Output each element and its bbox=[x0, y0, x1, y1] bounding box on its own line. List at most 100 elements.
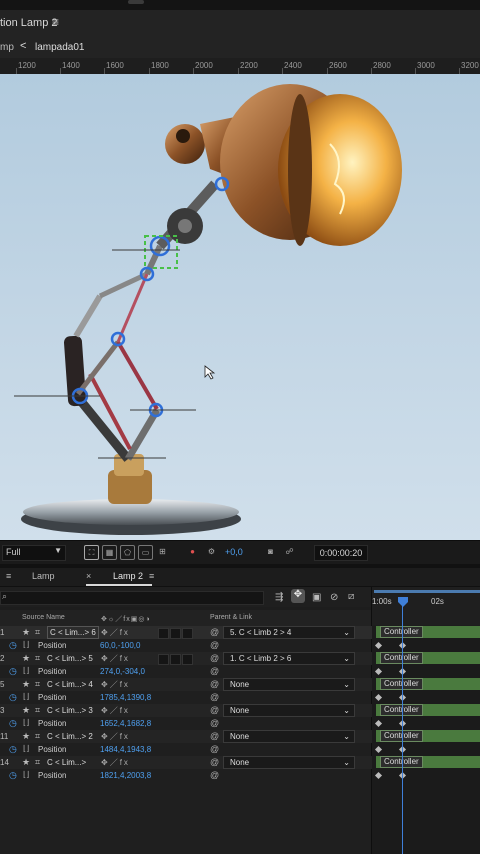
switch-box[interactable] bbox=[170, 628, 181, 639]
expression-pick-whip-icon[interactable]: @ bbox=[210, 744, 219, 754]
layer-name[interactable]: C < Lim...> 5 bbox=[47, 654, 93, 663]
layer-row[interactable]: 1 ★ ⌗ C < Lim...> 6 ✥／fx @ 5. C < Limb 2… bbox=[0, 626, 372, 639]
exposure-value[interactable]: +0,0 bbox=[225, 547, 243, 557]
layer-switches[interactable]: ✥／fx bbox=[101, 705, 130, 716]
star-icon[interactable]: ★ bbox=[22, 627, 30, 638]
chevron-left-icon[interactable]: < bbox=[20, 40, 26, 52]
switch-box[interactable] bbox=[182, 654, 193, 665]
transparency-grid-icon[interactable]: ▦ bbox=[102, 545, 117, 560]
layer-track-bar[interactable]: Controller bbox=[376, 678, 480, 690]
layer-row[interactable]: 3 ★ ⌗ C < Lim...> 3 ✥／fx @ None ⌄ bbox=[0, 704, 372, 717]
draft-3d-icon[interactable]: ✥ bbox=[291, 589, 305, 603]
star-icon[interactable]: ★ bbox=[22, 705, 30, 716]
source-name-header[interactable]: Source Name bbox=[22, 614, 65, 621]
property-row[interactable]: ◷ ⌊⌋ Position 274,0,-304,0 @ bbox=[0, 665, 372, 678]
layer-name[interactable]: C < Lim...> 2 bbox=[47, 732, 93, 741]
parent-link-header[interactable]: Parent & Link bbox=[210, 614, 252, 621]
layer-row[interactable]: 5 ★ ⌗ C < Lim...> 4 ✥／fx @ None ⌄ bbox=[0, 678, 372, 691]
property-value[interactable]: 274,0,-304,0 bbox=[100, 667, 145, 676]
property-value[interactable]: 60,0,-100,0 bbox=[100, 641, 140, 650]
layer-track-bar[interactable]: Controller bbox=[376, 652, 480, 664]
search-input[interactable]: ⌕ bbox=[0, 591, 264, 605]
switch-box[interactable] bbox=[170, 654, 181, 665]
switch-box[interactable] bbox=[158, 628, 169, 639]
frame-blending-icon[interactable]: ⊘ bbox=[330, 592, 338, 603]
layer-switches[interactable]: ✥／fx bbox=[101, 757, 130, 768]
graph-icon[interactable]: ⌊⌋ bbox=[23, 692, 29, 701]
star-icon[interactable]: ★ bbox=[22, 757, 30, 768]
stopwatch-icon[interactable]: ◷ bbox=[9, 666, 17, 677]
layer-track-bar[interactable]: Controller bbox=[376, 626, 480, 638]
current-time-display[interactable]: 0:00:00:20 bbox=[314, 545, 368, 561]
color-channels-icon[interactable]: ● bbox=[186, 545, 199, 558]
shy-layers-icon[interactable]: ▣ bbox=[312, 592, 321, 603]
composition-viewer[interactable] bbox=[0, 74, 480, 540]
breadcrumb-current[interactable]: lampada01 bbox=[35, 42, 84, 53]
property-row[interactable]: ◷ ⌊⌋ Position 60,0,-100,0 @ bbox=[0, 639, 372, 652]
stopwatch-icon[interactable]: ◷ bbox=[9, 744, 17, 755]
parent-select[interactable]: None ⌄ bbox=[223, 678, 355, 691]
parent-select[interactable]: 1. C < Limb 2 > 6 ⌄ bbox=[223, 652, 355, 665]
property-row[interactable]: ◷ ⌊⌋ Position 1652,4,1682,8 @ bbox=[0, 717, 372, 730]
graph-icon[interactable]: ⌊⌋ bbox=[23, 744, 29, 753]
graph-icon[interactable]: ⌊⌋ bbox=[23, 770, 29, 779]
layer-switches[interactable]: ✥／fx bbox=[101, 653, 130, 664]
parent-select[interactable]: 5. C < Limb 2 > 4 ⌄ bbox=[223, 626, 355, 639]
layer-switches[interactable]: ✥／fx bbox=[101, 679, 130, 690]
switch-box[interactable] bbox=[182, 628, 193, 639]
property-row[interactable]: ◷ ⌊⌋ Position 1821,4,2003,8 @ bbox=[0, 769, 372, 782]
parent-select[interactable]: None ⌄ bbox=[223, 756, 355, 769]
tab-lamp-2[interactable]: Lamp 2 bbox=[113, 571, 143, 581]
layer-name[interactable]: C < Lim...> 4 bbox=[47, 680, 93, 689]
expression-pick-whip-icon[interactable]: @ bbox=[210, 692, 219, 702]
pick-whip-icon[interactable]: @ bbox=[210, 757, 219, 767]
stopwatch-icon[interactable]: ◷ bbox=[9, 692, 17, 703]
fast-preview-icon[interactable]: ⛶ bbox=[84, 545, 99, 560]
layer-row[interactable]: 2 ★ ⌗ C < Lim...> 5 ✥／fx @ 1. C < Limb 2… bbox=[0, 652, 372, 665]
parent-select[interactable]: None ⌄ bbox=[223, 704, 355, 717]
show-snapshot-icon[interactable]: ☍ bbox=[283, 545, 296, 558]
star-icon[interactable]: ★ bbox=[22, 653, 30, 664]
tab-options-icon[interactable]: ≡ bbox=[149, 571, 154, 581]
property-value[interactable]: 1821,4,2003,8 bbox=[100, 771, 151, 780]
graph-icon[interactable]: ⌊⌋ bbox=[23, 718, 29, 727]
layer-track-bar[interactable]: Controller bbox=[376, 756, 480, 768]
graph-editor-icon[interactable]: ⧄ bbox=[348, 591, 354, 602]
pick-whip-icon[interactable]: @ bbox=[210, 731, 219, 741]
property-value[interactable]: 1652,4,1682,8 bbox=[100, 719, 151, 728]
layer-switches[interactable]: ✥／fx bbox=[101, 731, 130, 742]
hamburger-menu-icon[interactable]: ≡ bbox=[52, 15, 59, 29]
layer-track-bar[interactable]: Controller bbox=[376, 704, 480, 716]
property-row[interactable]: ◷ ⌊⌋ Position 1484,4,1943,8 @ bbox=[0, 743, 372, 756]
color-management-icon[interactable]: ⚙ bbox=[205, 545, 218, 558]
layer-row[interactable]: 14 ★ ⌗ C < Lim...> ✥／fx @ None ⌄ bbox=[0, 756, 372, 769]
window-handle[interactable] bbox=[128, 0, 144, 4]
property-row[interactable]: ◷ ⌊⌋ Position 1785,4,1390,8 @ bbox=[0, 691, 372, 704]
property-value[interactable]: 1785,4,1390,8 bbox=[100, 693, 151, 702]
composition-title[interactable]: tion Lamp 2 bbox=[0, 17, 57, 29]
snapshot-camera-icon[interactable]: ◙ bbox=[264, 545, 277, 558]
graph-icon[interactable]: ⌊⌋ bbox=[23, 640, 29, 649]
work-area-bar[interactable] bbox=[374, 590, 480, 593]
expression-pick-whip-icon[interactable]: @ bbox=[210, 770, 219, 780]
stopwatch-icon[interactable]: ◷ bbox=[9, 770, 17, 781]
switch-box[interactable] bbox=[158, 654, 169, 665]
stopwatch-icon[interactable]: ◷ bbox=[9, 640, 17, 651]
pick-whip-icon[interactable]: @ bbox=[210, 627, 219, 637]
expression-pick-whip-icon[interactable]: @ bbox=[210, 666, 219, 676]
layer-switches-header[interactable]: ✥☼／fx▣◎◑ bbox=[101, 614, 151, 624]
stopwatch-icon[interactable]: ◷ bbox=[9, 718, 17, 729]
playhead-handle[interactable] bbox=[398, 597, 408, 607]
layer-name[interactable]: C < Lim...> 6 bbox=[47, 626, 99, 639]
layer-name[interactable]: C < Lim...> 3 bbox=[47, 706, 93, 715]
composition-mini-flowchart-icon[interactable]: ⇶ bbox=[275, 592, 283, 603]
pick-whip-icon[interactable]: @ bbox=[210, 653, 219, 663]
region-of-interest-icon[interactable]: ▭ bbox=[138, 545, 153, 560]
breadcrumb-prev[interactable]: mp bbox=[0, 42, 14, 53]
mask-path-icon[interactable]: ⬠ bbox=[120, 545, 135, 560]
pick-whip-icon[interactable]: @ bbox=[210, 705, 219, 715]
parent-select[interactable]: None ⌄ bbox=[223, 730, 355, 743]
resolution-select[interactable]: Full ▼ bbox=[2, 545, 66, 561]
tab-lamp[interactable]: Lamp bbox=[32, 571, 55, 581]
expression-pick-whip-icon[interactable]: @ bbox=[210, 640, 219, 650]
